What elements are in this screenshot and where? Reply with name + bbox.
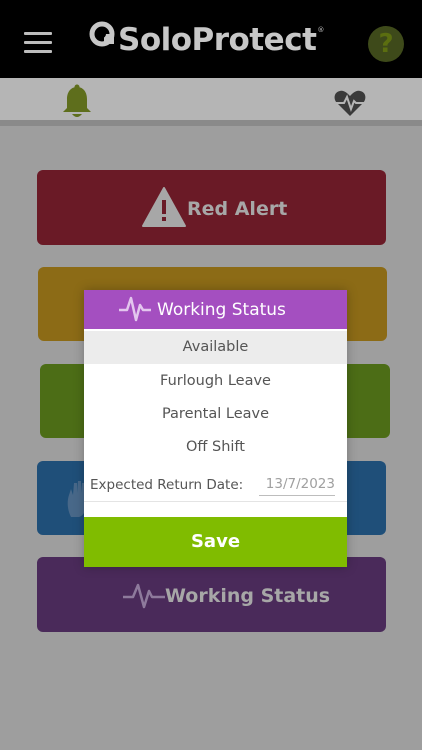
app-header: SoloProtect ® ? (0, 0, 422, 78)
red-alert-button[interactable]: Red Alert (37, 170, 386, 245)
working-status-label: Working Status (165, 585, 331, 607)
heart-pulse-icon[interactable] (333, 88, 367, 118)
heart-pulse-line-icon (123, 583, 165, 609)
status-option-furlough-leave[interactable]: Furlough Leave (84, 365, 347, 398)
expected-return-label: Expected Return Date: (90, 477, 244, 493)
sub-toolbar (0, 78, 422, 126)
status-option-parental-leave[interactable]: Parental Leave (84, 398, 347, 431)
brand-name: SoloProtect (118, 22, 317, 58)
status-option-available[interactable]: Available (84, 331, 347, 364)
at-sign-logo-icon (89, 21, 115, 47)
expected-return-row: Expected Return Date: 13/7/2023 (84, 468, 347, 502)
help-button[interactable]: ? (368, 26, 404, 62)
heart-pulse-line-icon (119, 296, 151, 322)
modal-header: Working Status (84, 290, 347, 329)
working-status-modal: Working Status Available Furlough Leave … (84, 290, 347, 567)
modal-title: Working Status (157, 300, 286, 320)
working-status-button[interactable]: Working Status (37, 557, 386, 632)
save-button[interactable]: Save (84, 517, 347, 567)
status-option-off-shift[interactable]: Off Shift (84, 431, 347, 464)
warning-triangle-icon (142, 187, 186, 227)
brand-registered-mark: ® (317, 26, 325, 34)
hamburger-menu-icon[interactable] (24, 32, 52, 54)
brand-logo: SoloProtect ® (88, 18, 324, 62)
expected-return-date-field[interactable]: 13/7/2023 (259, 472, 335, 496)
red-alert-label: Red Alert (187, 198, 288, 220)
bell-icon[interactable] (60, 84, 94, 120)
